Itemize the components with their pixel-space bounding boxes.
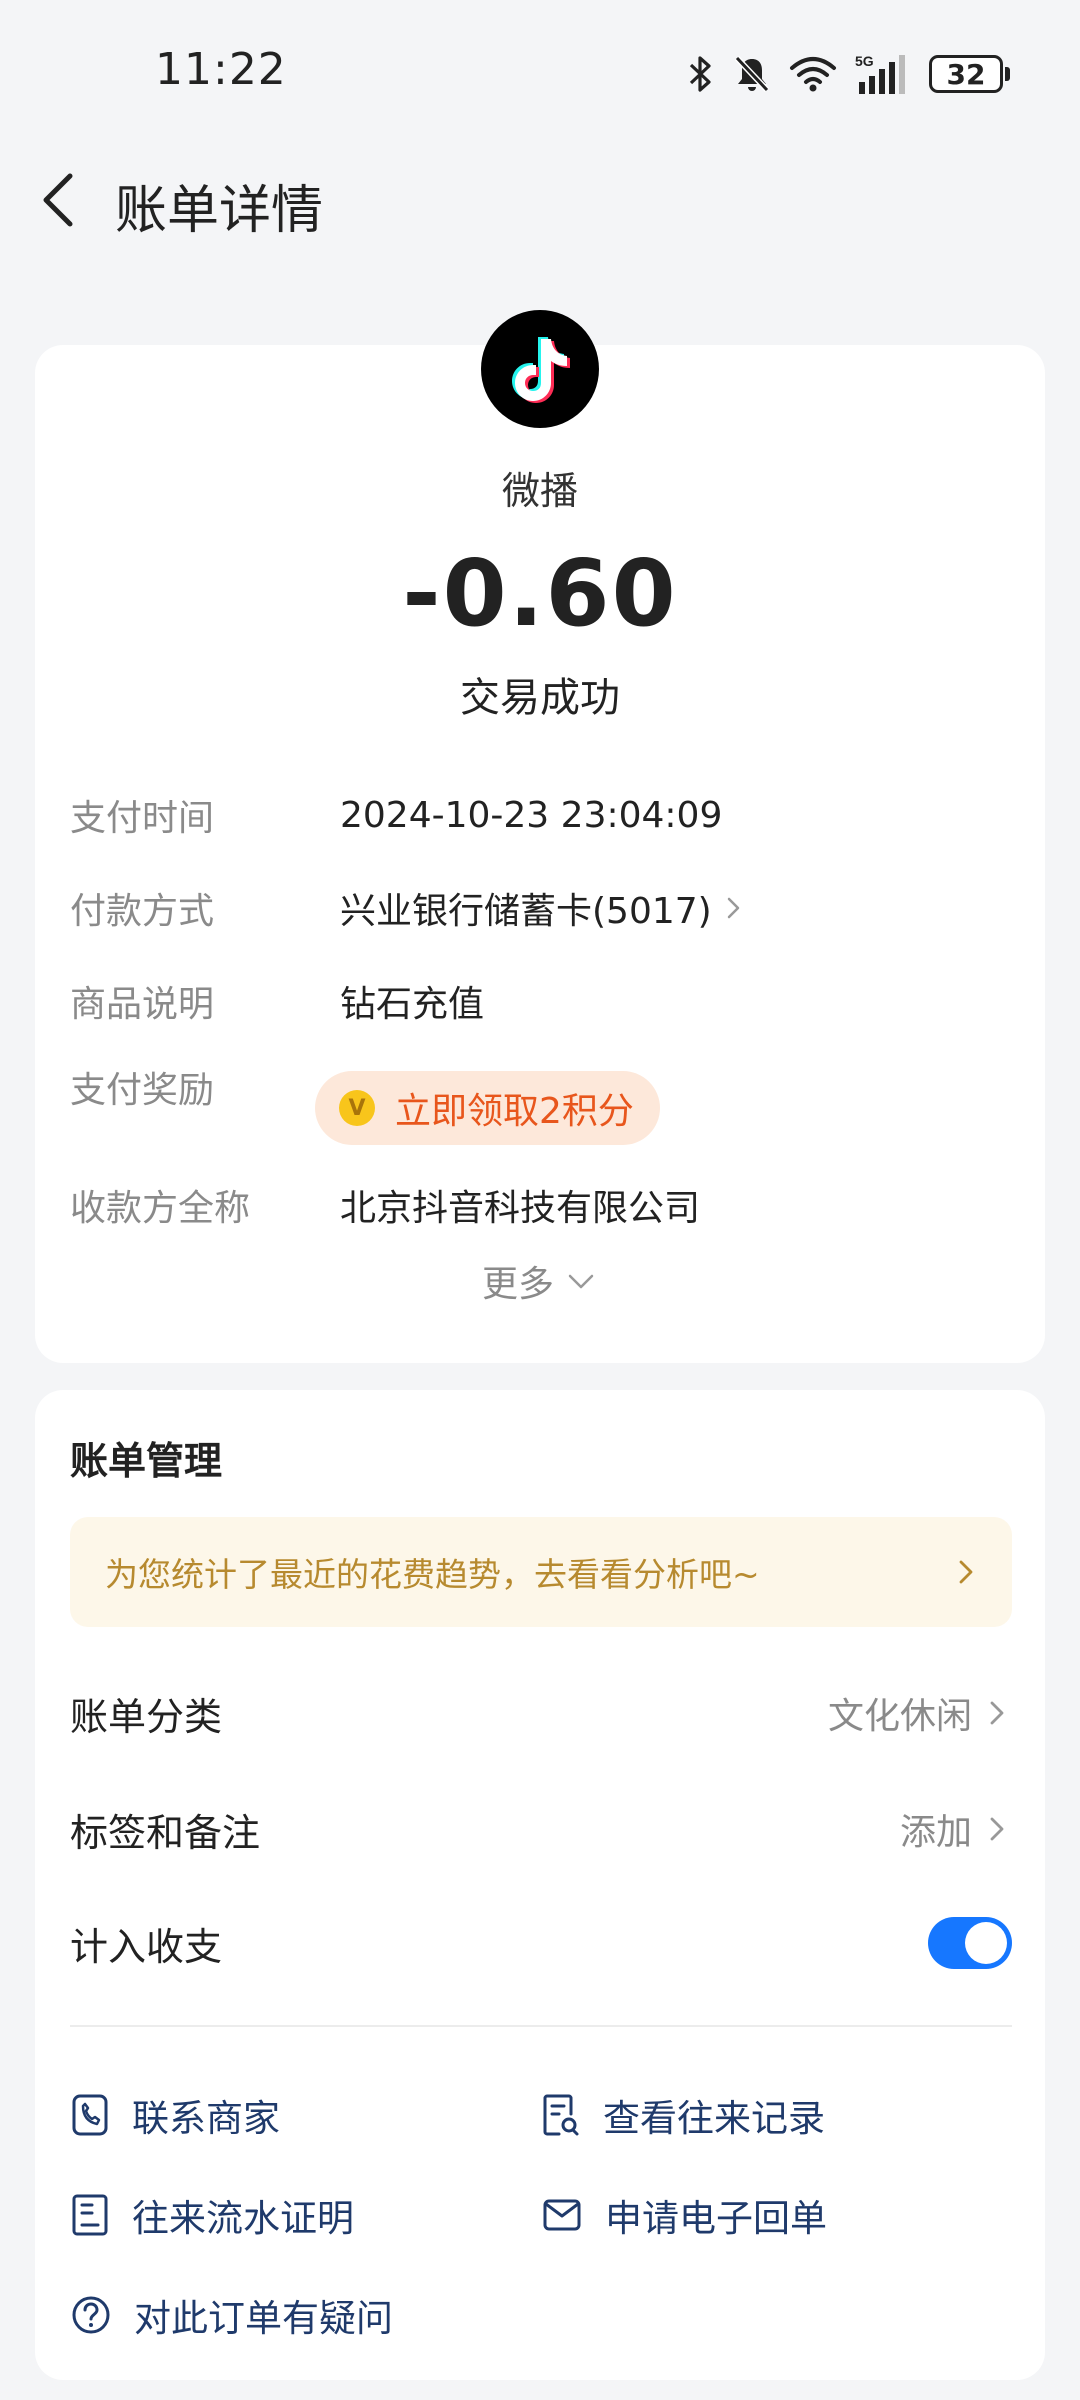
detail-row-payee: 收款方全称 北京抖音科技有限公司 bbox=[70, 1175, 700, 1235]
coin-icon: V bbox=[339, 1090, 375, 1126]
more-button[interactable]: 更多 bbox=[482, 1255, 598, 1307]
tiktok-icon bbox=[512, 337, 570, 403]
page-title: 账单详情 bbox=[115, 181, 324, 241]
phone-icon bbox=[72, 2094, 108, 2136]
detail-value: 2024-10-23 23:04:09 bbox=[340, 794, 723, 836]
tags-notes-row[interactable]: 标签和备注 添加 bbox=[70, 1794, 1012, 1864]
bill-category-value: 文化休闲 bbox=[827, 1696, 972, 1737]
include-in-stats-row: 计入收支 bbox=[70, 1908, 1012, 1978]
claim-points-button[interactable]: V 立即领取2积分 bbox=[315, 1071, 660, 1145]
tags-notes-label: 标签和备注 bbox=[70, 1810, 261, 1855]
view-history-button[interactable]: 查看往来记录 bbox=[541, 2085, 825, 2145]
status-bar: 11:22 5G 32 bbox=[0, 0, 1080, 140]
signal-5g-icon: 5G bbox=[855, 53, 905, 94]
section-title: 账单管理 bbox=[70, 1439, 223, 1483]
view-history-label: 查看往来记录 bbox=[603, 2097, 825, 2140]
back-button[interactable] bbox=[36, 170, 86, 230]
chevron-right-icon bbox=[959, 1560, 973, 1584]
transaction-proof-button[interactable]: 往来流水证明 bbox=[70, 2185, 354, 2245]
bill-category-row[interactable]: 账单分类 文化休闲 bbox=[70, 1678, 1012, 1748]
wifi-icon bbox=[790, 57, 836, 92]
bill-category-label: 账单分类 bbox=[70, 1694, 223, 1739]
status-icons: 5G 32 bbox=[687, 50, 1010, 98]
merchant-logo bbox=[481, 310, 599, 428]
bill-management-card: 账单管理 为您统计了最近的花费趋势，去看看分析吧~ 账单分类 文化休闲 标签和备… bbox=[35, 1390, 1045, 2380]
status-time: 11:22 bbox=[155, 44, 287, 95]
bluetooth-icon bbox=[689, 56, 711, 92]
transaction-amount: -0.60 bbox=[402, 540, 678, 647]
detail-row-description: 商品说明 钻石充值 bbox=[70, 971, 484, 1031]
battery-level: 32 bbox=[929, 55, 1003, 93]
detail-value: 北京抖音科技有限公司 bbox=[340, 1188, 701, 1229]
detail-row-payment-method[interactable]: 付款方式 兴业银行储蓄卡(5017) bbox=[70, 878, 744, 938]
transaction-status: 交易成功 bbox=[460, 675, 620, 721]
chevron-left-icon bbox=[43, 173, 73, 227]
detail-label: 商品说明 bbox=[70, 984, 215, 1025]
detail-label: 支付奖励 bbox=[70, 1070, 215, 1111]
contact-merchant-label: 联系商家 bbox=[132, 2097, 280, 2140]
question-icon bbox=[72, 2296, 110, 2334]
detail-label: 付款方式 bbox=[70, 891, 215, 932]
claim-points-label: 立即领取2积分 bbox=[395, 1091, 634, 1132]
chevron-right-icon bbox=[990, 1701, 1004, 1725]
payment-method-value[interactable]: 兴业银行储蓄卡(5017) bbox=[340, 882, 712, 934]
chevron-right-icon bbox=[727, 897, 739, 919]
tags-notes-value: 添加 bbox=[899, 1812, 972, 1853]
electronic-receipt-label: 申请电子回单 bbox=[605, 2197, 827, 2240]
electronic-receipt-button[interactable]: 申请电子回单 bbox=[541, 2185, 827, 2245]
bell-muted-icon bbox=[734, 55, 770, 93]
order-question-button[interactable]: 对此订单有疑问 bbox=[70, 2285, 393, 2345]
detail-label: 支付时间 bbox=[70, 798, 215, 839]
transaction-proof-label: 往来流水证明 bbox=[132, 2197, 354, 2240]
detail-value: 钻石充值 bbox=[340, 984, 485, 1025]
chevron-right-icon bbox=[990, 1817, 1004, 1841]
document-icon bbox=[72, 2194, 108, 2236]
include-in-stats-label: 计入收支 bbox=[70, 1924, 223, 1969]
mail-icon bbox=[543, 2199, 581, 2231]
divider bbox=[70, 2025, 1012, 2027]
spending-trend-banner[interactable]: 为您统计了最近的花费趋势，去看看分析吧~ bbox=[70, 1517, 1012, 1627]
network-label: 5G bbox=[855, 53, 874, 69]
order-question-label: 对此订单有疑问 bbox=[134, 2297, 393, 2340]
include-in-stats-toggle[interactable] bbox=[928, 1917, 1012, 1969]
search-document-icon bbox=[543, 2094, 579, 2136]
merchant-name: 微播 bbox=[501, 469, 578, 513]
transaction-card: 微播 -0.60 交易成功 支付时间 2024-10-23 23:04:09 付… bbox=[35, 310, 1045, 1363]
battery-indicator: 32 bbox=[929, 55, 1010, 93]
detail-label: 收款方全称 bbox=[70, 1188, 251, 1229]
chevron-down-icon bbox=[568, 1274, 594, 1289]
more-label: 更多 bbox=[481, 1264, 554, 1305]
contact-merchant-button[interactable]: 联系商家 bbox=[70, 2085, 280, 2145]
nav-bar: 账单详情 bbox=[0, 150, 1080, 250]
spending-trend-text: 为您统计了最近的花费趋势，去看看分析吧~ bbox=[105, 1555, 760, 1594]
detail-row-pay-time: 支付时间 2024-10-23 23:04:09 bbox=[70, 785, 722, 845]
detail-row-reward: 支付奖励 V 立即领取2积分 bbox=[70, 1071, 660, 1145]
